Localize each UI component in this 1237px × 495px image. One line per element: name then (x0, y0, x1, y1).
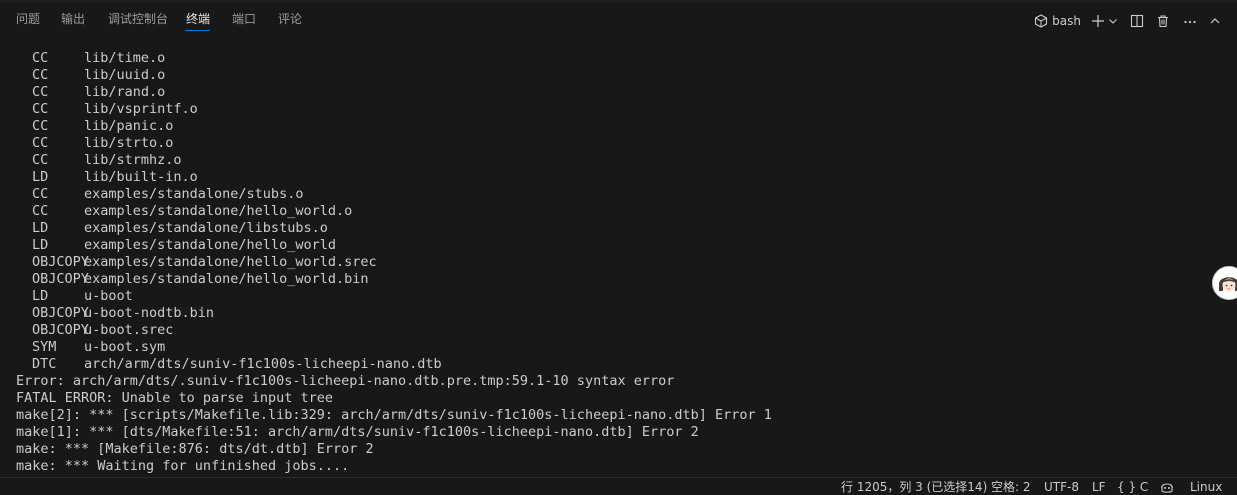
build-step-command: SYM (32, 339, 57, 355)
terminal-build-line: LD examples/standalone/libstubs.o (16, 220, 1196, 237)
terminal-build-line: CC lib/uuid.o (16, 67, 1196, 84)
build-step-command: CC (32, 101, 49, 117)
build-step-command: CC (32, 186, 49, 202)
build-step-command: CC (32, 203, 49, 219)
terminal-build-line: OBJCOPYexamples/standalone/hello_world.b… (16, 271, 1196, 288)
build-step-command: CC (32, 50, 49, 66)
status-cursor-position[interactable]: 行 1205，列 3 (已选择14) (841, 480, 987, 494)
kill-terminal-button[interactable] (1156, 11, 1170, 31)
status-indentation[interactable]: 空格: 2 (991, 480, 1031, 494)
terminal-error-line: make[2]: *** [scripts/Makefile.lib:329: … (16, 407, 772, 423)
build-step-target: lib/strmhz.o (84, 152, 182, 168)
shell-name: bash (1052, 14, 1081, 28)
terminal-build-line: LD u-boot (16, 288, 1196, 305)
build-step-command: LD (32, 220, 49, 236)
terminal-build-line: CC lib/strto.o (16, 135, 1196, 152)
chevron-down-icon (1108, 16, 1118, 26)
build-step-target: lib/time.o (84, 50, 166, 66)
terminal-shell-icon (1034, 14, 1048, 28)
terminal-build-line: CC lib/strmhz.o (16, 152, 1196, 169)
build-step-target: examples/standalone/stubs.o (84, 186, 304, 202)
terminal-build-line: CC lib/panic.o (16, 118, 1196, 135)
terminal-build-line: CC lib/vsprintf.o (16, 101, 1196, 118)
build-step-target: examples/standalone/libstubs.o (84, 220, 328, 236)
active-tab-indicator (185, 30, 210, 31)
build-step-command: CC (32, 152, 49, 168)
build-step-target: lib/panic.o (84, 118, 174, 134)
status-language[interactable]: { } C (1117, 480, 1148, 494)
build-step-command: LD (32, 288, 49, 304)
build-step-target: lib/built-in.o (84, 169, 198, 185)
build-step-target: lib/strto.o (84, 135, 174, 151)
terminal-build-line: OBJCOPYu-boot-nodtb.bin (16, 305, 1196, 322)
status-platform[interactable]: Linux (1190, 480, 1222, 494)
build-step-target: examples/standalone/hello_world.srec (84, 254, 377, 270)
build-step-target: examples/standalone/hello_world.bin (84, 271, 369, 287)
terminal-build-line: CC lib/rand.o (16, 84, 1196, 101)
build-step-target: u-boot.srec (84, 322, 174, 338)
build-step-command: OBJCOPY (32, 322, 89, 338)
terminal-profile-dropdown[interactable] (1108, 11, 1118, 31)
terminal-build-line: CC examples/standalone/stubs.o (16, 186, 1196, 203)
copilot-icon[interactable] (1159, 479, 1175, 495)
tab-debug-console[interactable]: 调试控制台 (108, 11, 168, 27)
assistant-avatar[interactable] (1212, 266, 1237, 300)
tab-comments[interactable]: 评论 (278, 11, 302, 27)
build-step-command: CC (32, 135, 49, 151)
tab-problems[interactable]: 问题 (16, 11, 40, 27)
tab-terminal[interactable]: 终端 (186, 11, 210, 27)
build-step-target: u-boot-nodtb.bin (84, 305, 215, 321)
terminal-output[interactable]: CC lib/time.o CC lib/uuid.o CC lib/rand.o CC li… (16, 50, 1196, 475)
terminal-error-line: make[1]: *** [dts/Makefile:51: arch/arm/… (16, 424, 699, 440)
split-terminal-button[interactable] (1130, 11, 1144, 31)
build-step-command: LD (32, 169, 49, 185)
maximize-panel-button[interactable] (1209, 11, 1221, 31)
build-step-command: DTC (32, 356, 57, 372)
panel-header: 问题 输出 调试控制台 终端 端口 评论 bash (0, 3, 1237, 37)
terminal-error-line: make: *** [Makefile:876: dts/dt.dtb] Err… (16, 441, 374, 457)
terminal-build-line: CC lib/time.o (16, 50, 1196, 67)
build-step-command: OBJCOPY (32, 271, 89, 287)
status-bar: 行 1205，列 3 (已选择14) 空格: 2 UTF-8 LF { } C … (0, 477, 1237, 495)
chevron-up-icon (1209, 15, 1221, 27)
new-terminal-button[interactable] (1091, 11, 1105, 31)
more-actions-button[interactable] (1183, 11, 1197, 31)
build-step-target: examples/standalone/hello_world (84, 237, 336, 253)
build-step-target: u-boot (84, 288, 133, 304)
more-icon (1183, 14, 1197, 28)
build-step-command: CC (32, 67, 49, 83)
terminal-error-line: make: *** Waiting for unfinished jobs...… (16, 458, 350, 474)
build-step-command: LD (32, 237, 49, 253)
build-step-target: lib/uuid.o (84, 67, 166, 83)
build-step-target: lib/rand.o (84, 84, 166, 100)
terminal-build-line: SYM u-boot.sym (16, 339, 1196, 356)
tab-ports[interactable]: 端口 (232, 11, 256, 27)
status-encoding[interactable]: UTF-8 (1044, 480, 1079, 494)
terminal-build-line: LD examples/standalone/hello_world (16, 237, 1196, 254)
terminal-error-line: Error: arch/arm/dts/.suniv-f1c100s-liche… (16, 373, 675, 389)
build-step-command: OBJCOPY (32, 305, 89, 321)
vscode-panel: 问题 输出 调试控制台 终端 端口 评论 bash CC lib/time.o … (0, 0, 1237, 495)
terminal-build-line: LD lib/built-in.o (16, 169, 1196, 186)
build-step-target: u-boot.sym (84, 339, 166, 355)
plus-icon (1091, 14, 1105, 28)
terminal-actions: bash (1034, 11, 1221, 31)
terminal-build-line: OBJCOPYu-boot.srec (16, 322, 1196, 339)
build-step-target: lib/vsprintf.o (84, 101, 198, 117)
build-step-command: CC (32, 84, 49, 100)
terminal-shell-button[interactable]: bash (1034, 11, 1081, 31)
terminal-build-line: CC examples/standalone/hello_world.o (16, 203, 1196, 220)
terminal-error-line: FATAL ERROR: Unable to parse input tree (16, 390, 333, 406)
build-step-command: CC (32, 118, 49, 134)
terminal-build-line: OBJCOPYexamples/standalone/hello_world.s… (16, 254, 1196, 271)
terminal-build-line: DTC arch/arm/dts/suniv-f1c100s-licheepi-n… (16, 356, 1196, 373)
build-step-target: examples/standalone/hello_world.o (84, 203, 353, 219)
trash-icon (1156, 14, 1170, 28)
build-step-command: OBJCOPY (32, 254, 89, 270)
build-step-target: arch/arm/dts/suniv-f1c100s-licheepi-nano… (84, 356, 442, 372)
split-icon (1130, 14, 1144, 28)
tab-output[interactable]: 输出 (61, 11, 85, 27)
status-eol[interactable]: LF (1092, 480, 1106, 494)
